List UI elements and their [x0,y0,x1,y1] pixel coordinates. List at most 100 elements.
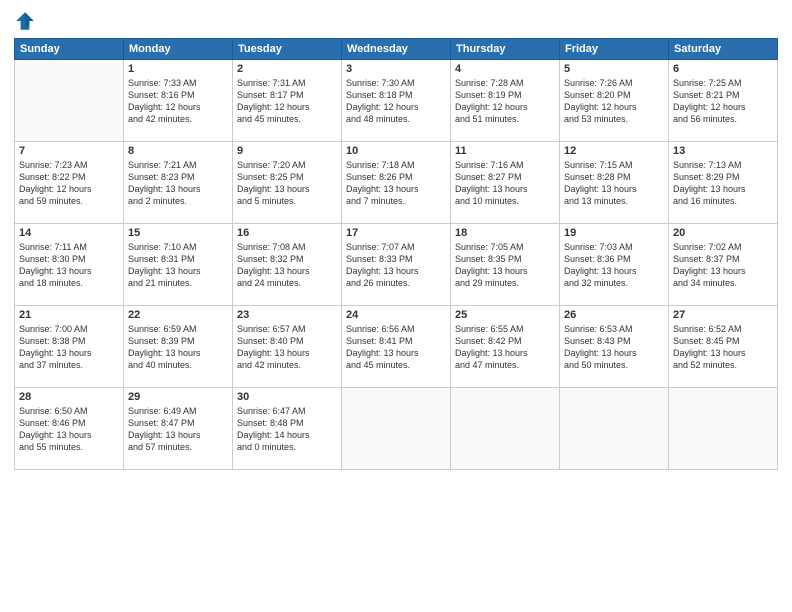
calendar-cell [669,388,778,470]
day-info: Sunrise: 7:10 AM Sunset: 8:31 PM Dayligh… [128,241,228,290]
calendar-cell: 7 Sunrise: 7:23 AM Sunset: 8:22 PM Daylig… [15,142,124,224]
day-number: 1 [128,63,228,75]
calendar-table: SundayMondayTuesdayWednesdayThursdayFrid… [14,38,778,470]
calendar-cell: 18Sunrise: 7:05 AM Sunset: 8:35 PM Dayli… [451,224,560,306]
day-info: Sunrise: 7:26 AM Sunset: 8:20 PM Dayligh… [564,77,664,126]
day-number: 28 [19,391,119,403]
day-info: Sunrise: 6:56 AM Sunset: 8:41 PM Dayligh… [346,323,446,372]
day-number: 7 [19,145,119,157]
calendar-cell [451,388,560,470]
calendar-week-row: 28 Sunrise: 6:50 AM Sunset: 8:46 PM Dayli… [15,388,778,470]
weekday-header: Thursday [451,39,560,60]
calendar-cell: 12 Sunrise: 7:15 AM Sunset: 8:28 PM Dayli… [560,142,669,224]
calendar-cell: 13Sunrise: 7:13 AM Sunset: 8:29 PM Dayli… [669,142,778,224]
day-info: Sunrise: 7:15 AM Sunset: 8:28 PM Dayligh… [564,159,664,208]
day-number: 11 [455,145,555,157]
day-info: Sunrise: 7:11 AM Sunset: 8:30 PM Dayligh… [19,241,119,290]
weekday-header: Friday [560,39,669,60]
calendar-page: SundayMondayTuesdayWednesdayThursdayFrid… [0,0,792,612]
calendar-week-row: 7 Sunrise: 7:23 AM Sunset: 8:22 PM Daylig… [15,142,778,224]
day-info: Sunrise: 7:23 AM Sunset: 8:22 PM Dayligh… [19,159,119,208]
day-number: 24 [346,309,446,321]
weekday-header: Wednesday [342,39,451,60]
day-number: 26 [564,309,664,321]
weekday-header: Tuesday [233,39,342,60]
day-number: 2 [237,63,337,75]
calendar-cell: 8 Sunrise: 7:21 AM Sunset: 8:23 PM Daylig… [124,142,233,224]
day-info: Sunrise: 6:52 AM Sunset: 8:45 PM Dayligh… [673,323,773,372]
day-info: Sunrise: 7:00 AM Sunset: 8:38 PM Dayligh… [19,323,119,372]
day-number: 13 [673,145,773,157]
calendar-cell: 2 Sunrise: 7:31 AM Sunset: 8:17 PM Daylig… [233,60,342,142]
day-number: 19 [564,227,664,239]
logo-icon [14,10,36,32]
weekday-header: Sunday [15,39,124,60]
day-info: Sunrise: 7:31 AM Sunset: 8:17 PM Dayligh… [237,77,337,126]
day-info: Sunrise: 6:59 AM Sunset: 8:39 PM Dayligh… [128,323,228,372]
calendar-cell: 26Sunrise: 6:53 AM Sunset: 8:43 PM Dayli… [560,306,669,388]
day-number: 10 [346,145,446,157]
day-info: Sunrise: 6:50 AM Sunset: 8:46 PM Dayligh… [19,405,119,454]
calendar-cell: 29 Sunrise: 6:49 AM Sunset: 8:47 PM Dayli… [124,388,233,470]
day-number: 22 [128,309,228,321]
logo [14,10,40,32]
day-info: Sunrise: 7:18 AM Sunset: 8:26 PM Dayligh… [346,159,446,208]
calendar-cell: 9 Sunrise: 7:20 AM Sunset: 8:25 PM Daylig… [233,142,342,224]
calendar-cell: 21 Sunrise: 7:00 AM Sunset: 8:38 PM Dayli… [15,306,124,388]
day-number: 4 [455,63,555,75]
calendar-cell: 14 Sunrise: 7:11 AM Sunset: 8:30 PM Dayli… [15,224,124,306]
day-info: Sunrise: 6:49 AM Sunset: 8:47 PM Dayligh… [128,405,228,454]
calendar-cell [15,60,124,142]
calendar-week-row: 14 Sunrise: 7:11 AM Sunset: 8:30 PM Dayli… [15,224,778,306]
calendar-cell: 16 Sunrise: 7:08 AM Sunset: 8:32 PM Dayli… [233,224,342,306]
day-number: 27 [673,309,773,321]
day-number: 25 [455,309,555,321]
day-number: 16 [237,227,337,239]
day-info: Sunrise: 6:57 AM Sunset: 8:40 PM Dayligh… [237,323,337,372]
day-info: Sunrise: 7:08 AM Sunset: 8:32 PM Dayligh… [237,241,337,290]
day-info: Sunrise: 7:30 AM Sunset: 8:18 PM Dayligh… [346,77,446,126]
day-number: 5 [564,63,664,75]
day-info: Sunrise: 7:20 AM Sunset: 8:25 PM Dayligh… [237,159,337,208]
day-info: Sunrise: 6:55 AM Sunset: 8:42 PM Dayligh… [455,323,555,372]
calendar-cell: 27 Sunrise: 6:52 AM Sunset: 8:45 PM Dayli… [669,306,778,388]
calendar-cell: 1 Sunrise: 7:33 AM Sunset: 8:16 PM Daylig… [124,60,233,142]
calendar-cell: 20 Sunrise: 7:02 AM Sunset: 8:37 PM Dayli… [669,224,778,306]
day-number: 9 [237,145,337,157]
header [14,10,778,32]
day-number: 20 [673,227,773,239]
day-number: 17 [346,227,446,239]
calendar-week-row: 1 Sunrise: 7:33 AM Sunset: 8:16 PM Daylig… [15,60,778,142]
day-number: 18 [455,227,555,239]
calendar-cell: 4Sunrise: 7:28 AM Sunset: 8:19 PM Daylig… [451,60,560,142]
day-number: 21 [19,309,119,321]
day-number: 14 [19,227,119,239]
calendar-cell: 5 Sunrise: 7:26 AM Sunset: 8:20 PM Daylig… [560,60,669,142]
calendar-cell: 23 Sunrise: 6:57 AM Sunset: 8:40 PM Dayli… [233,306,342,388]
calendar-cell: 25 Sunrise: 6:55 AM Sunset: 8:42 PM Dayli… [451,306,560,388]
calendar-cell: 10 Sunrise: 7:18 AM Sunset: 8:26 PM Dayli… [342,142,451,224]
day-info: Sunrise: 6:47 AM Sunset: 8:48 PM Dayligh… [237,405,337,454]
day-info: Sunrise: 7:33 AM Sunset: 8:16 PM Dayligh… [128,77,228,126]
day-info: Sunrise: 7:16 AM Sunset: 8:27 PM Dayligh… [455,159,555,208]
day-number: 29 [128,391,228,403]
day-info: Sunrise: 7:02 AM Sunset: 8:37 PM Dayligh… [673,241,773,290]
weekday-header: Monday [124,39,233,60]
calendar-cell: 3 Sunrise: 7:30 AM Sunset: 8:18 PM Daylig… [342,60,451,142]
calendar-cell: 11 Sunrise: 7:16 AM Sunset: 8:27 PM Dayli… [451,142,560,224]
calendar-cell: 19 Sunrise: 7:03 AM Sunset: 8:36 PM Dayli… [560,224,669,306]
day-number: 15 [128,227,228,239]
day-number: 3 [346,63,446,75]
calendar-cell: 28 Sunrise: 6:50 AM Sunset: 8:46 PM Dayli… [15,388,124,470]
day-info: Sunrise: 7:07 AM Sunset: 8:33 PM Dayligh… [346,241,446,290]
day-info: Sunrise: 7:21 AM Sunset: 8:23 PM Dayligh… [128,159,228,208]
calendar-cell [560,388,669,470]
day-number: 30 [237,391,337,403]
day-number: 23 [237,309,337,321]
calendar-week-row: 21 Sunrise: 7:00 AM Sunset: 8:38 PM Dayli… [15,306,778,388]
day-number: 12 [564,145,664,157]
day-number: 8 [128,145,228,157]
day-number: 6 [673,63,773,75]
calendar-cell: 30 Sunrise: 6:47 AM Sunset: 8:48 PM Dayli… [233,388,342,470]
day-info: Sunrise: 7:03 AM Sunset: 8:36 PM Dayligh… [564,241,664,290]
